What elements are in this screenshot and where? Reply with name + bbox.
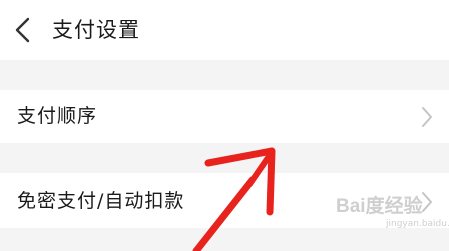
- settings-item-label: 免密支付/自动扣款: [17, 190, 185, 212]
- chevron-right-icon: [422, 107, 432, 127]
- page-title: 支付设置: [52, 18, 140, 42]
- section-divider: [0, 60, 449, 90]
- settings-item-payment-order[interactable]: 支付顺序: [0, 90, 449, 143]
- settings-item-label: 支付顺序: [17, 105, 98, 127]
- back-button[interactable]: [4, 10, 44, 50]
- chevron-left-icon: [15, 17, 30, 43]
- watermark-text: Bai度经验: [336, 196, 423, 217]
- baidu-jingyan-watermark: Bai度经验 jingyan.baidu.com: [336, 192, 449, 232]
- header-bar: 支付设置: [0, 0, 449, 60]
- section-divider: [0, 143, 449, 173]
- watermark-subtext: jingyan.baidu.com: [386, 219, 449, 229]
